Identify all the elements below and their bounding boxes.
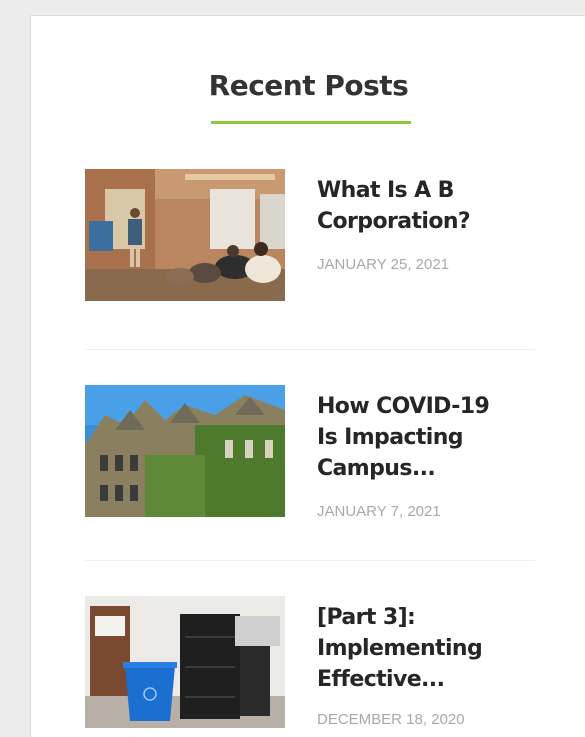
post-thumbnail-office-presentation[interactable]: [85, 169, 285, 301]
post-date: DECEMBER 18, 2020: [317, 711, 465, 728]
post-date: JANUARY 7, 2021: [317, 503, 441, 520]
office-recycling-bin-photo: [85, 596, 285, 728]
post-title-link[interactable]: [Part 3]: Implementing Effective...: [317, 602, 532, 695]
post-thumbnail-campus-building[interactable]: [85, 385, 285, 517]
divider: [85, 349, 535, 350]
title-underline: [211, 121, 411, 124]
widget-title: Recent Posts: [208, 69, 409, 102]
post-title-link[interactable]: What Is A B Corporation?: [317, 175, 532, 237]
post-title-link[interactable]: How COVID-19 Is Impacting Campus...: [317, 391, 532, 484]
post-date: JANUARY 25, 2021: [317, 256, 450, 273]
post-thumbnail-office-recycling[interactable]: [85, 596, 285, 728]
divider: [85, 560, 535, 561]
office-presentation-photo: [85, 169, 285, 301]
recent-posts-widget: Recent Posts What Is A B Corporation? JA…: [30, 15, 585, 737]
campus-building-photo: [85, 385, 285, 517]
